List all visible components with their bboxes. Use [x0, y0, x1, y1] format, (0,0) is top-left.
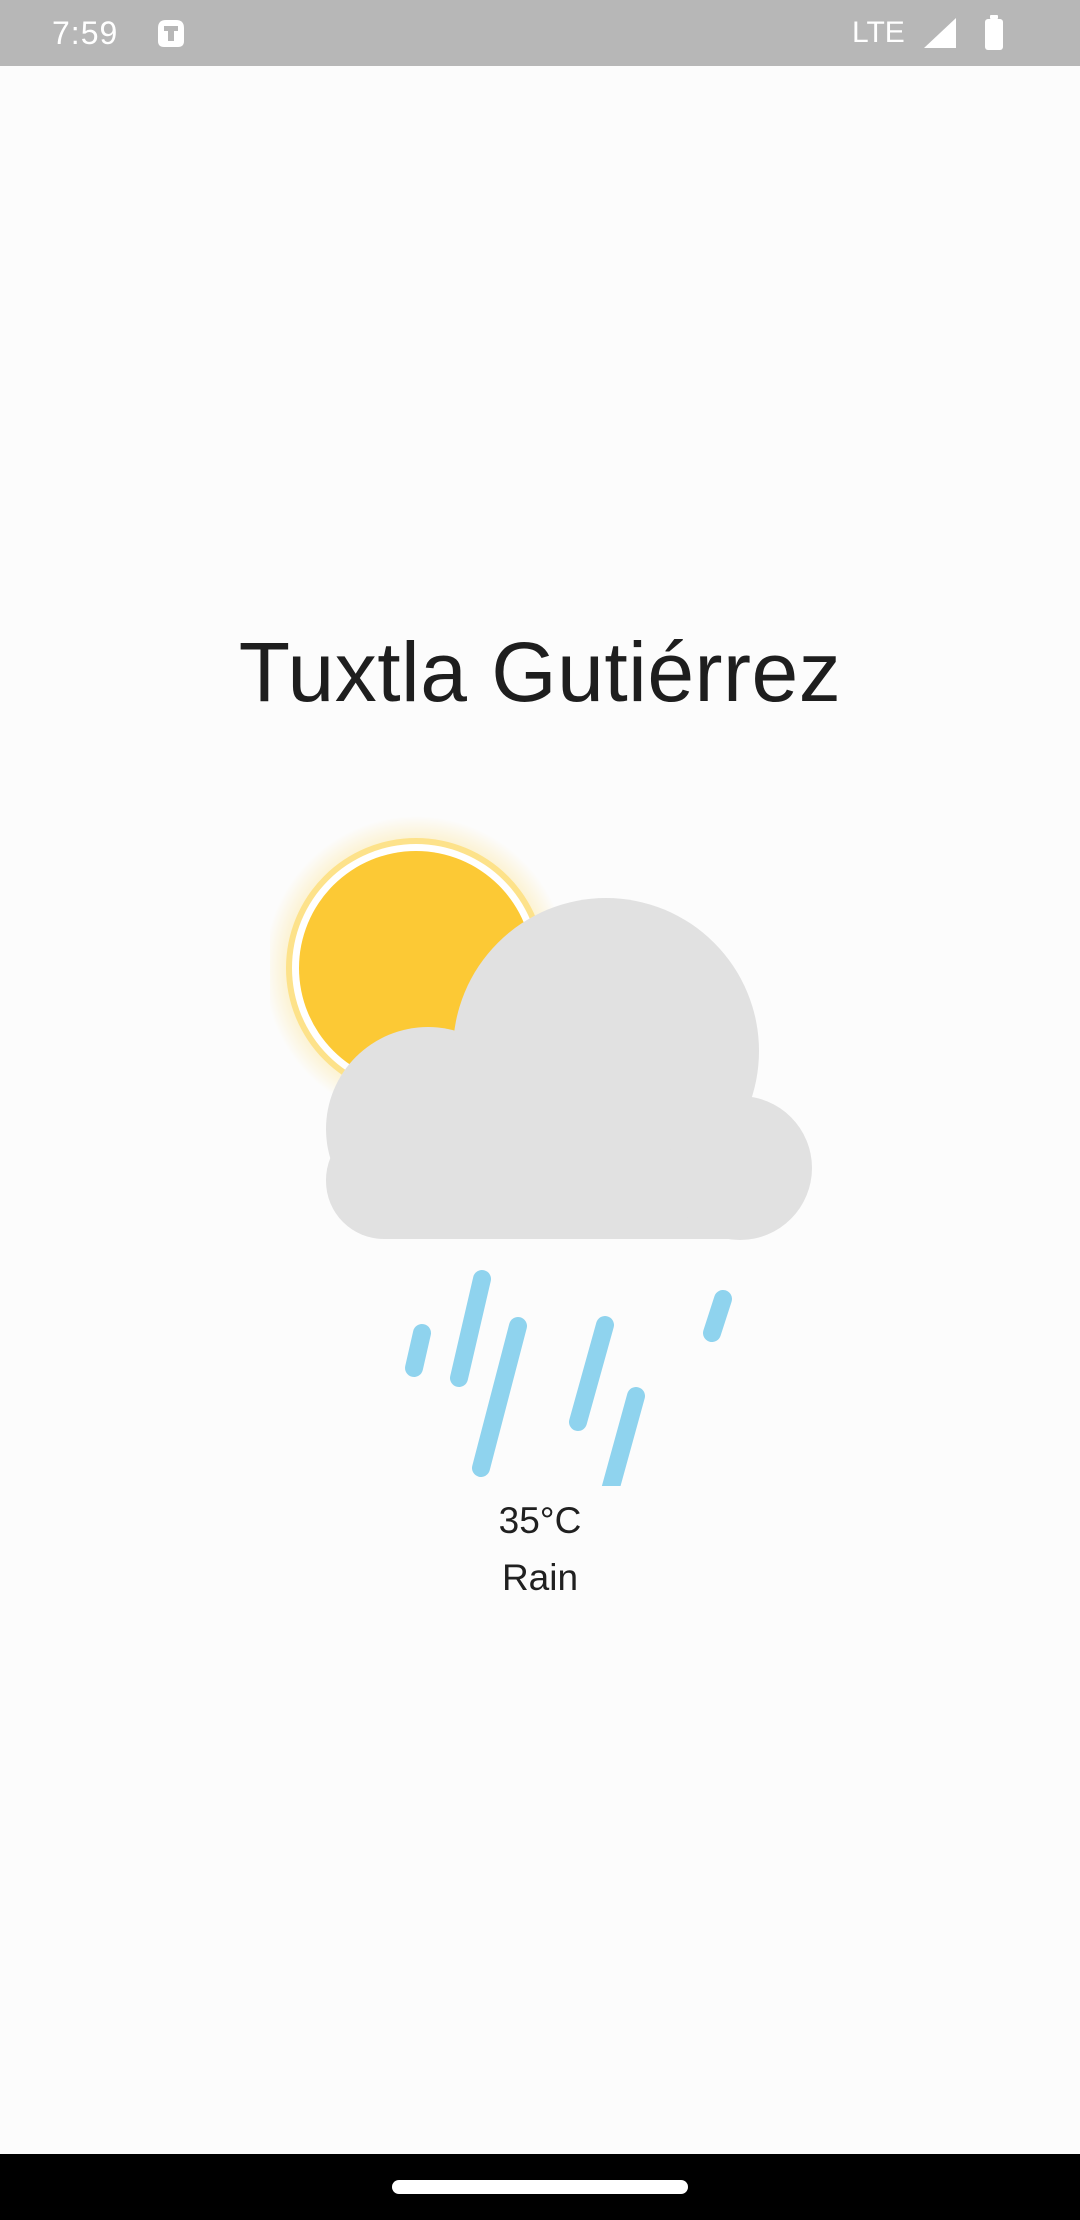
- weather-screen: Tuxtla Gutiérrez 35°C Rain: [0, 66, 1080, 2154]
- battery-icon: [985, 15, 1003, 50]
- condition-label: Rain: [501, 1557, 579, 1598]
- signal-icon: [924, 18, 956, 48]
- navigation-bar: [0, 2154, 1080, 2220]
- temperature-label: 35°C: [498, 1500, 582, 1541]
- network-type: LTE: [852, 16, 905, 49]
- status-time: 7:59: [52, 15, 119, 51]
- rain-icon: [405, 1270, 732, 1486]
- city-name: Tuxtla Gutiérrez: [238, 625, 842, 719]
- android-icon: [158, 20, 184, 47]
- status-bar: 7:59 LTE: [0, 0, 1080, 66]
- home-gesture-handle[interactable]: [392, 2180, 688, 2194]
- sun-cloud-rain-icon: [270, 816, 812, 1486]
